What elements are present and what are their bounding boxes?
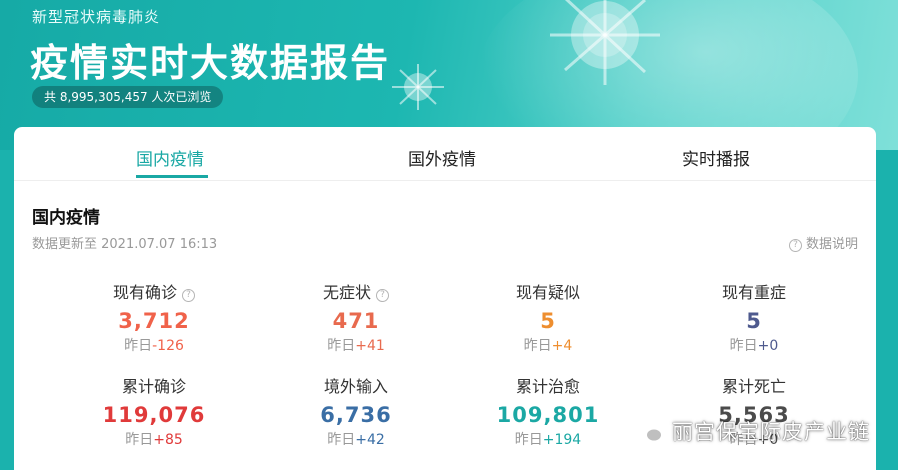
stat-delta: 昨日+41	[256, 335, 456, 355]
tab-overseas[interactable]: 国外疫情	[408, 145, 476, 170]
stat-delta-value: +4	[551, 338, 573, 354]
page-title: 疫情实时大数据报告	[30, 41, 391, 85]
stat-card: 无症状? 471 昨日+41	[256, 279, 456, 355]
virus-icon	[540, 0, 670, 90]
stat-label: 累计治愈	[448, 373, 648, 397]
watermark-text: 丽宫保宝际皮产业链	[672, 420, 870, 444]
stat-label: 现有确诊?	[54, 279, 254, 303]
stat-card: 境外输入 6,736 昨日+42	[256, 373, 456, 449]
stat-label-text: 现有疑似	[515, 283, 580, 302]
help-icon[interactable]: ?	[182, 289, 195, 302]
stat-card: 累计确诊 119,076 昨日+85	[54, 373, 254, 449]
stat-delta-value: +194	[542, 432, 582, 448]
stat-label: 累计确诊	[54, 373, 254, 397]
stat-card: 现有确诊? 3,712 昨日-126	[54, 279, 254, 355]
stat-label-text: 现有重症	[721, 283, 786, 302]
stat-value: 471	[332, 309, 380, 333]
stat-label: 现有重症	[654, 279, 854, 303]
tab-bar: 国内疫情 国外疫情 实时播报	[14, 127, 876, 181]
wechat-icon	[636, 421, 663, 443]
data-explanation-link[interactable]: ? 数据说明	[788, 233, 858, 252]
stat-value: 5	[746, 309, 762, 333]
stat-label: 无症状?	[256, 279, 456, 303]
small-virus-icon	[388, 62, 448, 112]
stat-label-text: 无症状	[322, 283, 371, 302]
stat-delta-prefix: 昨日	[327, 338, 356, 354]
stat-label: 累计死亡	[654, 373, 854, 397]
stat-delta-value: +42	[355, 432, 385, 448]
stat-label: 现有疑似	[448, 279, 648, 303]
stat-delta-value: +85	[153, 432, 183, 448]
stat-delta-value: +41	[355, 338, 385, 354]
stat-label-text: 现有确诊	[112, 283, 177, 302]
stat-delta: 昨日+42	[256, 429, 456, 449]
stat-delta: 昨日-126	[54, 335, 254, 355]
views-counter: 共 8,995,305,457 人次已浏览	[32, 86, 224, 108]
stat-card: 累计治愈 109,801 昨日+194	[448, 373, 648, 449]
stat-value: 109,801	[496, 403, 600, 427]
stat-delta-value: +0	[757, 338, 779, 354]
stat-value: 3,712	[118, 309, 190, 333]
stat-delta-prefix: 昨日	[125, 432, 154, 448]
update-time: 数据更新至 2021.07.07 16:13	[32, 237, 218, 252]
stat-label-text: 境外输入	[323, 377, 388, 396]
stat-delta: 昨日+194	[448, 429, 648, 449]
stat-delta: 昨日+85	[54, 429, 254, 449]
stat-label-text: 累计治愈	[515, 377, 580, 396]
stat-label-text: 累计确诊	[121, 377, 186, 396]
stat-label: 境外输入	[256, 373, 456, 397]
banner-subtitle: 新型冠状病毒肺炎	[32, 8, 161, 26]
tab-live-broadcast[interactable]: 实时播报	[682, 145, 750, 170]
stat-value: 119,076	[102, 403, 206, 427]
stat-delta-value: -126	[152, 338, 184, 354]
section-title: 国内疫情	[32, 208, 100, 228]
data-explanation-label: 数据说明	[805, 237, 858, 252]
help-icon: ?	[788, 239, 802, 252]
help-icon[interactable]: ?	[376, 289, 389, 302]
stat-card: 现有疑似 5 昨日+4	[448, 279, 648, 355]
stat-delta-prefix: 昨日	[327, 432, 356, 448]
tab-domestic[interactable]: 国内疫情	[136, 145, 204, 170]
stat-delta-prefix: 昨日	[124, 338, 153, 354]
stat-label-text: 累计死亡	[721, 377, 786, 396]
stat-delta-prefix: 昨日	[514, 432, 543, 448]
stat-delta-prefix: 昨日	[523, 338, 552, 354]
stat-delta-prefix: 昨日	[729, 338, 758, 354]
stat-value: 6,736	[320, 403, 392, 427]
stat-value: 5	[540, 309, 556, 333]
stat-card: 现有重症 5 昨日+0	[654, 279, 854, 355]
active-tab-indicator	[136, 175, 208, 178]
stat-delta: 昨日+4	[448, 335, 648, 355]
stat-delta: 昨日+0	[654, 335, 854, 355]
